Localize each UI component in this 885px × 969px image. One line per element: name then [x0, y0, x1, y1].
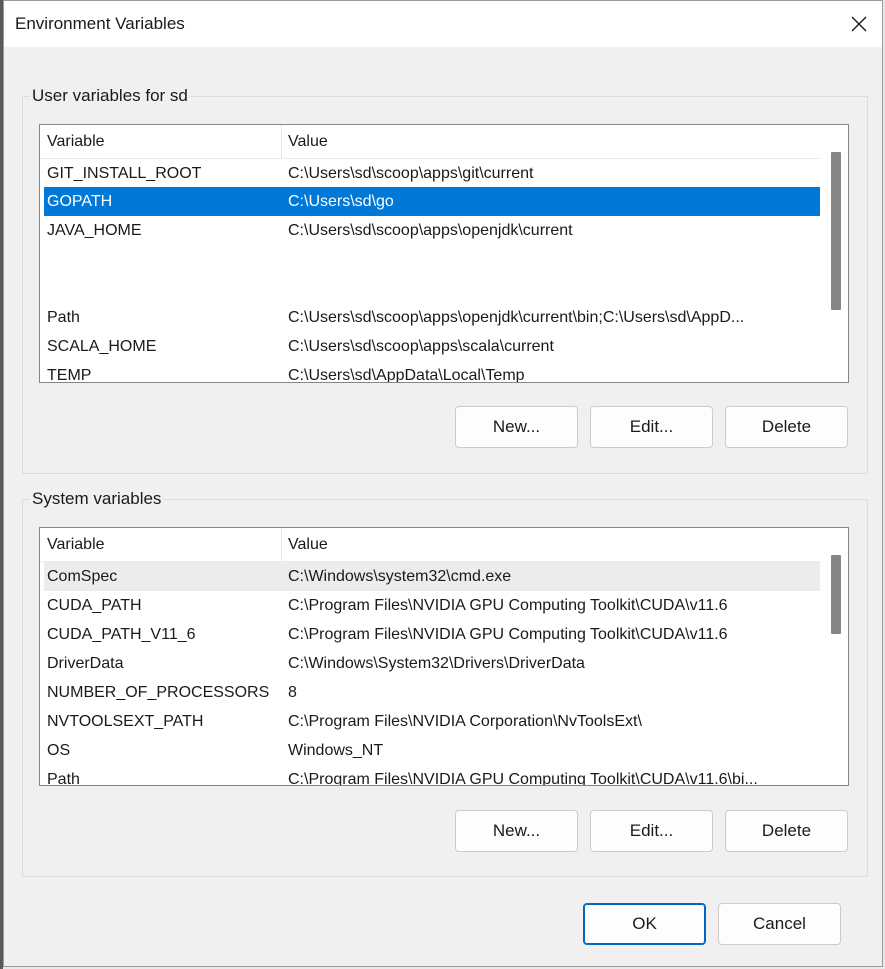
variable-value: C:\Users\sd\go: [288, 193, 394, 210]
variable-value: C:\Program Files\NVIDIA Corporation\NvTo…: [288, 713, 642, 730]
variable-value: C:\Users\sd\AppData\Local\Temp: [288, 367, 525, 383]
window-title: Environment Variables: [15, 14, 185, 33]
table-row[interactable]: OS Windows_NT: [44, 736, 820, 765]
variable-name: NUMBER_OF_PROCESSORS: [47, 684, 270, 701]
environment-variables-dialog: Environment Variables User variables for…: [3, 0, 883, 967]
variable-value: C:\Program Files\NVIDIA GPU Computing To…: [288, 597, 728, 614]
column-header-variable[interactable]: Variable: [47, 133, 105, 151]
variable-name: SCALA_HOME: [47, 338, 157, 355]
column-header-value[interactable]: Value: [288, 133, 328, 151]
variable-name: CUDA_PATH: [47, 597, 142, 614]
table-row[interactable]: CUDA_PATH_V11_6 C:\Program Files\NVIDIA …: [44, 620, 820, 649]
variable-name: CUDA_PATH_V11_6: [47, 626, 196, 643]
user-variables-list[interactable]: Variable Value GIT_INSTALL_ROOT C:\Users…: [39, 124, 849, 383]
variable-value: C:\Users\sd\scoop\apps\openjdk\current: [288, 222, 573, 239]
scrollbar-thumb[interactable]: [831, 152, 841, 310]
user-delete-button[interactable]: Delete: [725, 406, 848, 448]
vertical-scrollbar[interactable]: [820, 125, 848, 382]
variable-name: ComSpec: [47, 568, 118, 585]
column-divider[interactable]: [281, 528, 282, 561]
table-row[interactable]: NUMBER_OF_PROCESSORS 8: [44, 678, 820, 707]
variable-name: OS: [47, 742, 71, 759]
table-row[interactable]: DriverData C:\Windows\System32\Drivers\D…: [44, 649, 820, 678]
variable-value: C:\Windows\System32\Drivers\DriverData: [288, 655, 585, 672]
system-delete-button[interactable]: Delete: [725, 810, 848, 852]
title-bar[interactable]: Environment Variables: [4, 1, 882, 47]
vertical-scrollbar[interactable]: [820, 528, 848, 785]
system-edit-button[interactable]: Edit...: [590, 810, 713, 852]
table-row[interactable]: CUDA_PATH C:\Program Files\NVIDIA GPU Co…: [44, 591, 820, 620]
ok-button[interactable]: OK: [583, 903, 706, 945]
variable-value: C:\Program Files\NVIDIA GPU Computing To…: [288, 626, 728, 643]
user-edit-button[interactable]: Edit...: [590, 406, 713, 448]
scrollbar-thumb[interactable]: [831, 555, 841, 634]
list-header: Variable Value: [40, 528, 820, 562]
table-row-hover[interactable]: ComSpec C:\Windows\system32\cmd.exe: [44, 562, 820, 591]
user-new-button[interactable]: New...: [455, 406, 578, 448]
variable-name: GIT_INSTALL_ROOT: [47, 165, 202, 182]
variable-name: TEMP: [47, 367, 92, 383]
variable-name: JAVA_HOME: [47, 222, 142, 239]
system-variables-list[interactable]: Variable Value ComSpec C:\Windows\system…: [39, 527, 849, 786]
cancel-button[interactable]: Cancel: [718, 903, 841, 945]
variable-value: C:\Users\sd\scoop\apps\openjdk\current\b…: [288, 309, 745, 326]
table-row-selected[interactable]: GOPATH C:\Users\sd\go: [44, 187, 820, 216]
column-divider[interactable]: [281, 125, 282, 158]
table-row[interactable]: Path C:\Users\sd\scoop\apps\openjdk\curr…: [44, 303, 820, 332]
redacted-rows: [40, 247, 848, 303]
table-row[interactable]: Path C:\Program Files\NVIDIA GPU Computi…: [44, 765, 820, 786]
table-row[interactable]: NVTOOLSEXT_PATH C:\Program Files\NVIDIA …: [44, 707, 820, 736]
system-new-button[interactable]: New...: [455, 810, 578, 852]
user-variables-label: User variables for sd: [30, 86, 190, 106]
variable-name: GOPATH: [47, 193, 113, 210]
table-row[interactable]: JAVA_HOME C:\Users\sd\scoop\apps\openjdk…: [44, 216, 820, 245]
list-header: Variable Value: [40, 125, 820, 159]
variable-value: 8: [288, 684, 297, 701]
variable-name: DriverData: [47, 655, 124, 672]
variable-value: C:\Windows\system32\cmd.exe: [288, 568, 512, 585]
variable-value: Windows_NT: [288, 742, 384, 759]
close-icon: [851, 16, 867, 32]
variable-name: Path: [47, 309, 80, 326]
variable-name: Path: [47, 771, 80, 786]
column-header-variable[interactable]: Variable: [47, 536, 105, 554]
column-header-value[interactable]: Value: [288, 536, 328, 554]
close-button[interactable]: [836, 1, 882, 47]
variable-value: C:\Users\sd\scoop\apps\scala\current: [288, 338, 554, 355]
variable-name: NVTOOLSEXT_PATH: [47, 713, 204, 730]
variable-value: C:\Program Files\NVIDIA GPU Computing To…: [288, 771, 758, 786]
table-row[interactable]: GIT_INSTALL_ROOT C:\Users\sd\scoop\apps\…: [44, 159, 820, 188]
table-row[interactable]: TEMP C:\Users\sd\AppData\Local\Temp: [44, 361, 820, 383]
system-variables-label: System variables: [30, 489, 164, 509]
variable-value: C:\Users\sd\scoop\apps\git\current: [288, 165, 534, 182]
table-row[interactable]: SCALA_HOME C:\Users\sd\scoop\apps\scala\…: [44, 332, 820, 361]
